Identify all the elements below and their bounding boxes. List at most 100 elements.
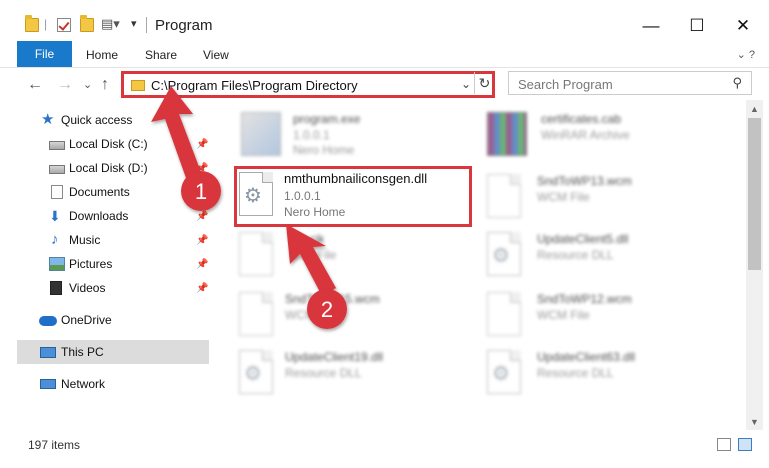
- file-detail: WCM File: [537, 190, 590, 204]
- back-button[interactable]: ←: [27, 76, 43, 94]
- folder-icon: [131, 80, 145, 91]
- file-detail: Resource DLL: [537, 366, 614, 380]
- search-icon[interactable]: ⚲: [732, 75, 742, 91]
- recent-locations-button[interactable]: ⌄: [83, 78, 92, 91]
- up-button[interactable]: ↑: [101, 76, 109, 94]
- scroll-up-icon[interactable]: ▲: [746, 100, 763, 117]
- address-bar[interactable]: C:\Program Files\Program Directory ⌄ ↻: [121, 71, 495, 98]
- title-divider: [146, 17, 147, 33]
- address-dropdown-icon[interactable]: ⌄: [461, 77, 471, 91]
- sidebar-item-local-disk-d[interactable]: Local Disk (D:) 📌: [0, 156, 208, 180]
- sidebar-item-label: Music: [69, 233, 101, 247]
- sidebar-item-label: Local Disk (D:): [69, 161, 148, 175]
- pin-icon[interactable]: 📌: [196, 211, 208, 222]
- file-detail: CJK File: [291, 248, 337, 262]
- file-item-updateclient63-dll[interactable]: UpdateClient63.dll Resource DLL: [487, 348, 727, 406]
- videos-icon: [50, 281, 62, 295]
- file-item-updateclient5-dll[interactable]: UpdateClient5.dll Resource DLL: [487, 230, 727, 288]
- network-icon: [40, 379, 56, 389]
- sidebar-item-label: Local Disk (C:): [69, 137, 148, 151]
- pin-icon[interactable]: 📌: [196, 139, 208, 150]
- scroll-thumb[interactable]: [748, 118, 761, 270]
- file-item-cjk[interactable]: file.cjk CJK File: [239, 230, 479, 288]
- sidebar-item-pictures[interactable]: Pictures 📌: [0, 252, 208, 276]
- properties-icon[interactable]: [57, 18, 71, 32]
- file-item-updateclient19-dll[interactable]: UpdateClient19.dll Resource DLL: [239, 348, 479, 406]
- sidebar-item-network[interactable]: Network: [0, 372, 208, 396]
- sidebar-item-label: Downloads: [69, 209, 129, 223]
- drive-icon: [49, 141, 65, 150]
- search-input[interactable]: Search Program: [518, 77, 613, 92]
- sidebar-item-quick-access[interactable]: ★ Quick access: [0, 108, 208, 132]
- file-name: UpdateClient63.dll: [537, 350, 636, 364]
- tab-home[interactable]: Home: [86, 48, 118, 62]
- dll-gear-icon: [239, 350, 273, 394]
- file-detail: Resource DLL: [537, 248, 614, 262]
- download-icon: ⬇: [49, 208, 61, 224]
- ribbon-expand-help[interactable]: ⌄ ?: [737, 48, 755, 61]
- file-name: program.exe: [293, 112, 361, 126]
- title-bar: | ▤▾ ▾ Program — ☐ ✕: [0, 0, 769, 40]
- tab-view[interactable]: View: [203, 48, 229, 62]
- refresh-button[interactable]: ↻: [474, 72, 494, 94]
- sidebar-item-videos[interactable]: Videos 📌: [0, 276, 208, 300]
- window-title: Program: [155, 17, 213, 34]
- file-detail: WCM File: [537, 308, 590, 322]
- file-name: certificates.cab: [541, 112, 622, 126]
- drive-icon: [49, 165, 65, 174]
- maximize-button[interactable]: ☐: [674, 12, 720, 40]
- sidebar-item-documents[interactable]: Documents 📌: [0, 180, 208, 204]
- document-icon: [239, 232, 273, 276]
- sidebar-item-this-pc[interactable]: This PC: [17, 340, 209, 364]
- pin-icon[interactable]: 📌: [196, 163, 208, 174]
- forward-button[interactable]: →: [57, 76, 73, 94]
- file-name: file.cjk: [291, 232, 325, 246]
- tab-file[interactable]: File: [17, 41, 72, 67]
- ribbon-tabs: File Home Share View ⌄ ?: [0, 40, 769, 68]
- cloud-icon: [39, 316, 57, 326]
- qat-dropdown-icon[interactable]: ▾: [131, 17, 137, 30]
- file-item-certificates-cab[interactable]: certificates.cab WinRAR Archive: [487, 110, 727, 168]
- pin-icon[interactable]: 📌: [196, 187, 208, 198]
- pin-icon[interactable]: 📌: [196, 283, 208, 294]
- details-view-icon[interactable]: [717, 438, 731, 451]
- search-box[interactable]: Search Program ⚲: [508, 71, 752, 95]
- folder-icon[interactable]: [25, 15, 39, 32]
- sidebar-item-local-disk-c[interactable]: Local Disk (C:) 📌: [0, 132, 208, 156]
- address-row: ← → ⌄ ↑ C:\Program Files\Program Directo…: [0, 68, 769, 100]
- sidebar-item-label: Documents: [69, 185, 130, 199]
- scroll-down-icon[interactable]: ▼: [746, 413, 763, 430]
- file-detail: WinRAR Archive: [541, 128, 630, 142]
- sidebar-item-label: This PC: [61, 345, 104, 359]
- file-name: UpdateClient19.dll: [285, 350, 384, 364]
- file-item-program-exe[interactable]: program.exe 1.0.0.1 Nero Home: [241, 110, 481, 168]
- file-item-sndtowp15-wcm[interactable]: SndToWP15.wcm WCM File: [239, 290, 479, 348]
- document-icon: [487, 174, 521, 218]
- music-icon: ♪: [51, 231, 59, 248]
- file-name: SndToWP15.wcm: [285, 292, 380, 306]
- sidebar-item-label: Network: [61, 377, 106, 391]
- exe-icon: [241, 112, 281, 156]
- sidebar-item-downloads[interactable]: ⬇ Downloads 📌: [0, 204, 208, 228]
- tab-share[interactable]: Share: [145, 48, 177, 62]
- pin-icon[interactable]: 📌: [196, 235, 208, 246]
- qat-divider: |: [44, 17, 48, 31]
- sidebar-item-label: Videos: [69, 281, 106, 295]
- close-button[interactable]: ✕: [720, 12, 766, 40]
- vertical-scrollbar[interactable]: ▲ ▼: [746, 100, 763, 430]
- file-item-sndtowp13-wcm[interactable]: SndToWP13.wcm WCM File: [487, 172, 727, 230]
- address-path[interactable]: C:\Program Files\Program Directory: [151, 78, 358, 93]
- minimize-button[interactable]: —: [628, 12, 674, 40]
- file-name: UpdateClient5.dll: [537, 232, 629, 246]
- document-icon: [487, 292, 521, 336]
- file-list: program.exe 1.0.0.1 Nero Home certificat…: [215, 100, 746, 430]
- large-icons-view-icon[interactable]: [738, 438, 752, 451]
- sidebar-item-onedrive[interactable]: OneDrive: [0, 308, 208, 332]
- sidebar-item-music[interactable]: ♪ Music 📌: [0, 228, 208, 252]
- new-folder-icon[interactable]: [80, 15, 94, 32]
- pin-icon[interactable]: 📌: [196, 259, 208, 270]
- file-name: SndToWP12.wcm: [537, 292, 632, 306]
- status-bar: 197 items: [0, 430, 769, 468]
- file-item-sndtowp12-wcm[interactable]: SndToWP12.wcm WCM File: [487, 290, 727, 348]
- customize-qat-icon[interactable]: ▤▾: [101, 16, 120, 32]
